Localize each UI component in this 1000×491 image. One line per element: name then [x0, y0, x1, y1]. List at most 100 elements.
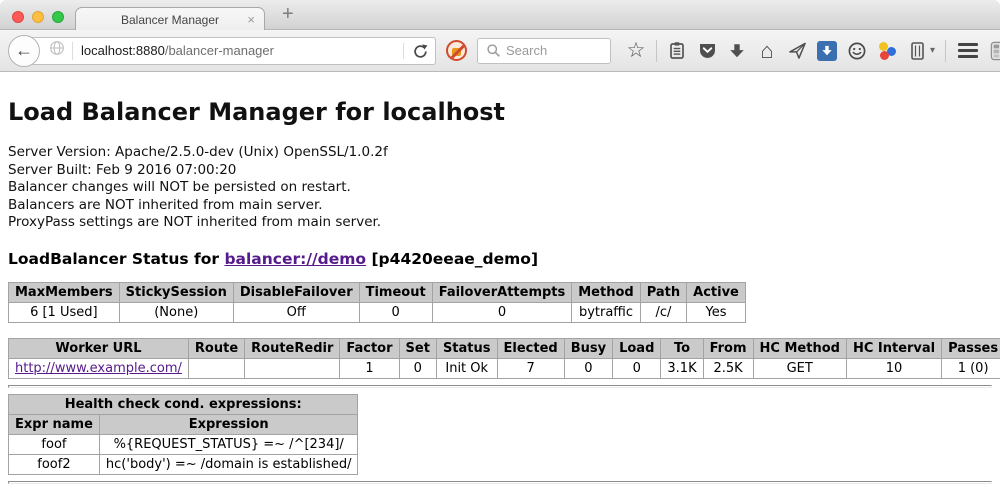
- table-cell: Init Ok: [436, 358, 497, 378]
- server-info-line: Balancers are NOT inherited from main se…: [8, 197, 992, 215]
- download-icon[interactable]: [727, 41, 747, 61]
- column-header: DisableFailover: [233, 282, 359, 302]
- search-bar[interactable]: [477, 38, 611, 64]
- table-cell: GET: [753, 358, 846, 378]
- column-header: MaxMembers: [9, 282, 120, 302]
- table-cell: 3.1K: [661, 358, 703, 378]
- heading-prefix: LoadBalancer Status for: [8, 250, 224, 268]
- balancer-link[interactable]: balancer://demo: [224, 250, 366, 268]
- worker-url-link[interactable]: http://www.example.com/: [15, 361, 182, 376]
- browser-tab[interactable]: Balancer Manager ×: [75, 7, 265, 31]
- home-icon[interactable]: ⌂: [757, 41, 777, 61]
- table-cell: http://www.example.com/: [9, 358, 189, 378]
- table-cell: 1: [340, 358, 399, 378]
- url-text[interactable]: localhost:8880/balancer-manager: [81, 43, 274, 58]
- table-row: foof2hc('body') =~ /domain is establishe…: [9, 454, 358, 474]
- table-cell: [188, 358, 244, 378]
- zoom-window-button[interactable]: [52, 11, 64, 23]
- smiley-icon[interactable]: [847, 41, 867, 61]
- column-header: Active: [687, 282, 746, 302]
- colored-dots-icon[interactable]: [877, 41, 897, 61]
- table-cell: 10: [846, 358, 941, 378]
- table-cell: Yes: [687, 302, 746, 322]
- column-header: To: [661, 338, 703, 358]
- server-info-line: Server Built: Feb 9 2016 07:00:20: [8, 162, 992, 180]
- table-cell: foof: [9, 434, 100, 454]
- column-header: HC Interval: [846, 338, 941, 358]
- table-title: Health check cond. expressions:: [9, 394, 358, 414]
- table-cell: [245, 358, 340, 378]
- server-info-line: Server Version: Apache/2.5.0-dev (Unix) …: [8, 144, 992, 162]
- search-input[interactable]: [506, 43, 601, 58]
- red-dot: [880, 51, 889, 60]
- column-header: FailoverAttempts: [432, 282, 572, 302]
- url-domain: localhost:8880: [81, 43, 165, 58]
- table-row: http://www.example.com/10Init Ok7003.1K2…: [9, 358, 1000, 378]
- balancer-status-heading: LoadBalancer Status for balancer://demo …: [8, 250, 992, 269]
- column-header: Timeout: [359, 282, 432, 302]
- back-button[interactable]: ←: [8, 35, 40, 67]
- table-cell: 2.5K: [703, 358, 753, 378]
- browser-window: Balancer Manager × + ← localhost:8880/ba…: [0, 0, 1000, 491]
- column-header: StickySession: [119, 282, 233, 302]
- column-header: Elected: [497, 338, 564, 358]
- table-cell: foof2: [9, 454, 100, 474]
- toolbar-icons: ☆ ⌂: [626, 40, 1000, 62]
- minimize-window-button[interactable]: [32, 11, 44, 23]
- table-cell: 1 (0): [942, 358, 1000, 378]
- menu-icon[interactable]: [958, 41, 978, 61]
- table-cell: (None): [119, 302, 233, 322]
- container-button[interactable]: ▾: [907, 41, 935, 61]
- table-cell: /c/: [640, 302, 686, 322]
- column-header: Load: [613, 338, 661, 358]
- table-cell: 7: [497, 358, 564, 378]
- column-header: Passes: [942, 338, 1000, 358]
- column-header: Route: [188, 338, 244, 358]
- url-bar[interactable]: localhost:8880/balancer-manager: [24, 37, 436, 65]
- server-info-line: Balancer changes will NOT be persisted o…: [8, 179, 992, 197]
- table-row: 6 [1 Used](None)Off00bytraffic/c/Yes: [9, 302, 746, 322]
- health-check-table: Health check cond. expressions:Expr name…: [8, 394, 358, 475]
- window-controls: [12, 11, 64, 23]
- dropdown-caret-icon: ▾: [930, 45, 935, 56]
- send-icon[interactable]: [787, 41, 807, 61]
- pocket-icon[interactable]: [697, 41, 717, 61]
- column-header: Path: [640, 282, 686, 302]
- column-header: Status: [436, 338, 497, 358]
- column-header: Factor: [340, 338, 399, 358]
- server-info-line: ProxyPass settings are NOT inherited fro…: [8, 214, 992, 232]
- bookmark-star-icon[interactable]: ☆: [626, 41, 646, 61]
- server-info: Server Version: Apache/2.5.0-dev (Unix) …: [8, 144, 992, 232]
- url-path: /balancer-manager: [165, 43, 274, 58]
- search-icon: [485, 43, 501, 59]
- table-cell: 6 [1 Used]: [9, 302, 120, 322]
- toolbar-divider: [656, 40, 657, 62]
- back-icon: ←: [15, 40, 33, 61]
- balancer-settings-table: MaxMembersStickySessionDisableFailoverTi…: [8, 282, 746, 323]
- clipboard-icon[interactable]: [667, 41, 687, 61]
- globe-icon: [49, 40, 65, 61]
- heading-suffix: [p4420eeae_demo]: [366, 250, 538, 268]
- table-cell: 0: [564, 358, 612, 378]
- column-header: From: [703, 338, 753, 358]
- divider: [8, 385, 992, 388]
- plugin-blocked-icon[interactable]: [446, 40, 467, 61]
- new-tab-button[interactable]: +: [282, 3, 294, 26]
- tab-close-icon[interactable]: ×: [247, 12, 255, 27]
- column-header: HC Method: [753, 338, 846, 358]
- tab-groups-icon[interactable]: [990, 41, 1000, 61]
- reload-button[interactable]: [403, 43, 428, 59]
- page-title: Load Balancer Manager for localhost: [8, 98, 992, 127]
- titlebar: Balancer Manager × +: [0, 0, 1000, 30]
- column-header: Worker URL: [9, 338, 189, 358]
- page-content: Load Balancer Manager for localhost Serv…: [0, 98, 1000, 484]
- column-header: Expr name: [9, 414, 100, 434]
- table-cell: 0: [359, 302, 432, 322]
- url-divider: [72, 42, 73, 60]
- extension-blue-icon[interactable]: [817, 41, 837, 61]
- container-icon: [907, 41, 927, 61]
- table-row: foof%{REQUEST_STATUS} =~ /^[234]/: [9, 434, 358, 454]
- navigation-toolbar: ← localhost:8880/balancer-manager ☆: [0, 30, 1000, 72]
- close-window-button[interactable]: [12, 11, 24, 23]
- table-cell: hc('body') =~ /domain is established/: [99, 454, 358, 474]
